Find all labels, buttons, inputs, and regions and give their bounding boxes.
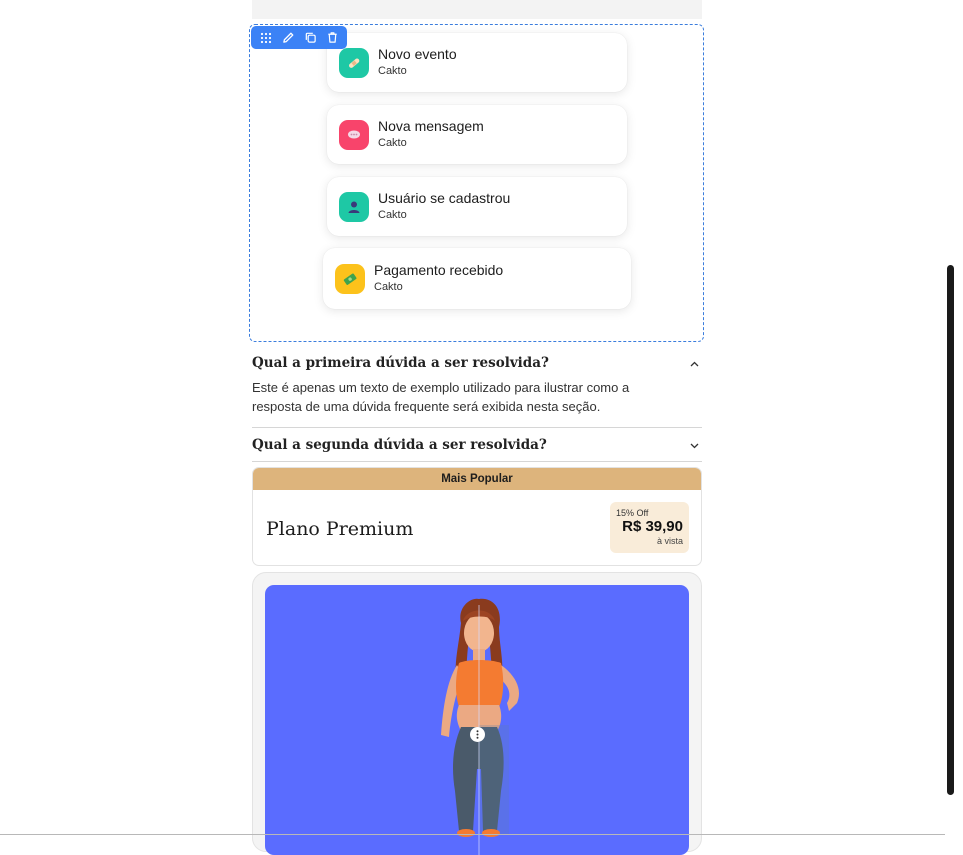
notification-title: Usuário se cadastrou [378, 190, 511, 206]
notification-subtitle: Cakto [378, 137, 407, 149]
notification-title: Pagamento recebido [374, 262, 504, 278]
chat-bubble-icon [339, 119, 369, 150]
scrollbar-thumb[interactable] [947, 265, 954, 795]
notification-subtitle: Cakto [374, 281, 403, 293]
popular-badge: Mais Popular [253, 468, 701, 490]
faq-question-2[interactable]: Qual a segunda dúvida a ser resolvida? [252, 436, 702, 454]
user-icon [339, 191, 369, 222]
faq-question-1[interactable]: Qual a primeira dúvida a ser resolvida? [252, 354, 702, 372]
faq-answer-1: Este é apenas um texto de exemplo utiliz… [252, 380, 630, 414]
notification-card: Usuário se cadastrou Cakto [327, 177, 627, 236]
faq-divider [252, 427, 702, 428]
page-bottom-border [0, 834, 945, 835]
chevron-down-icon [690, 437, 699, 453]
image-card [252, 572, 702, 855]
drag-handle-icon[interactable] [470, 727, 485, 742]
trash-icon[interactable] [323, 29, 341, 47]
money-icon [335, 263, 365, 294]
notification-card: Nova mensagem Cakto [327, 105, 627, 164]
notification-title: Novo evento [378, 46, 457, 62]
plan-name: Plano Premium [266, 518, 414, 540]
bandage-icon [339, 47, 369, 78]
price-value: R$ 39,90 [622, 518, 683, 535]
faq-divider [252, 461, 702, 462]
faq-question-text: Qual a segunda dúvida a ser resolvida? [252, 437, 547, 453]
pencil-icon[interactable] [279, 29, 297, 47]
top-section-background [252, 0, 702, 19]
block-toolbar [251, 26, 347, 49]
chevron-up-icon [690, 355, 699, 371]
notification-card: Novo evento Cakto [327, 33, 627, 92]
notification-card: Pagamento recebido Cakto [323, 248, 631, 309]
grip-icon[interactable] [257, 29, 275, 47]
price-note: à vista [656, 536, 683, 546]
price-box: 15% Off R$ 39,90 à vista [610, 502, 689, 553]
faq-question-text: Qual a primeira dúvida a ser resolvida? [252, 355, 549, 371]
character-illustration [441, 598, 520, 855]
plan-card[interactable]: Mais Popular Plano Premium 15% Off R$ 39… [252, 467, 702, 566]
notification-title: Nova mensagem [378, 118, 484, 134]
duplicate-icon[interactable] [301, 29, 319, 47]
discount-label: 15% Off [616, 508, 649, 518]
before-after-image[interactable] [265, 585, 689, 855]
notification-subtitle: Cakto [378, 209, 407, 221]
notification-subtitle: Cakto [378, 65, 407, 77]
